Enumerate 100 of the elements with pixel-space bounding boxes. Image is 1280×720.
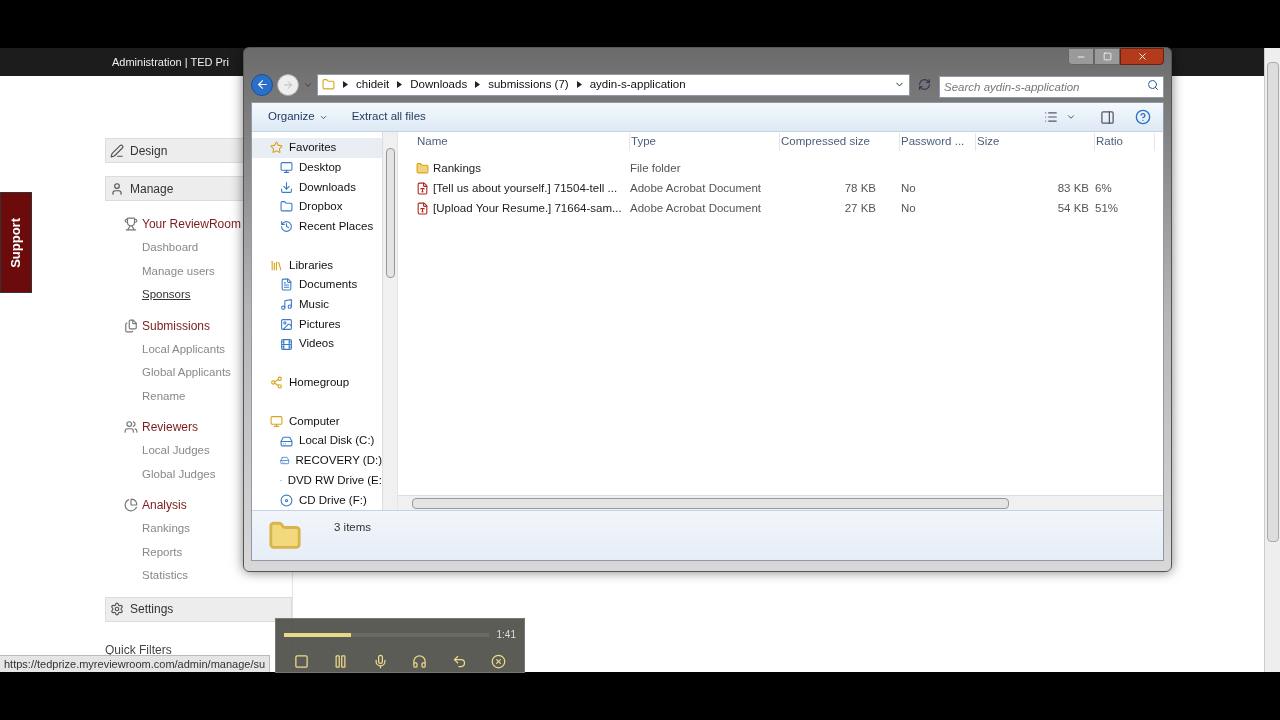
menu-link[interactable]: Local Judges (124, 439, 210, 463)
preview-pane-icon[interactable] (1100, 109, 1115, 125)
nav-item[interactable]: RECOVERY (D:) (252, 450, 382, 471)
menu-link[interactable]: Manage users (124, 259, 215, 283)
maximize-icon (1102, 52, 1112, 61)
organize-button[interactable]: Organize (260, 108, 336, 126)
toolbar-button[interactable]: Extract all files (343, 108, 434, 126)
search-field[interactable]: Search aydin-s-application (939, 75, 1164, 98)
folder-icon (416, 162, 429, 176)
scrollbar[interactable] (382, 132, 397, 510)
nav-item[interactable]: Documents (252, 275, 382, 295)
pause-icon (333, 653, 349, 669)
forward-arrow-icon (282, 78, 294, 91)
menu-link[interactable]: Reports (124, 540, 183, 564)
headphones-icon (412, 653, 428, 669)
header-title: Administration | TED Pri (112, 54, 229, 70)
group-link[interactable]: Reviewers (142, 418, 198, 436)
file-row[interactable]: [Tell us about yourself.] 71504-tell ... Adobe Acrobat Document 78 KB No 83 KB 6% (398, 178, 1163, 199)
pdf-file-icon (416, 201, 429, 215)
close-button[interactable] (1120, 48, 1164, 65)
menu-link[interactable]: Local Applicants (124, 337, 226, 361)
minimize-button[interactable] (1068, 48, 1094, 65)
search-icon (1147, 78, 1159, 91)
breadcrumb-item[interactable]: submissions (7) (488, 75, 569, 94)
nav-item[interactable]: Homegroup (252, 372, 382, 393)
password-value: No (901, 201, 916, 214)
column-header[interactable]: Ratio (1095, 133, 1155, 151)
nav-item[interactable]: Videos (252, 334, 382, 354)
file-row[interactable]: Rankings File folder (398, 159, 1163, 179)
group-icon (124, 318, 138, 333)
page-scrollbar[interactable] (1264, 48, 1280, 672)
breadcrumb-item[interactable]: aydin-s-application (589, 75, 686, 94)
elapsed-time: 1:41 (496, 628, 516, 642)
nav-item[interactable]: Favorites (252, 138, 382, 158)
progress-track[interactable] (284, 632, 489, 637)
file-name: [Tell us about yourself.] 71504-tell ... (433, 180, 618, 196)
nav-item[interactable]: DVD RW Drive (E: (252, 470, 382, 491)
file-type: File folder (630, 162, 681, 175)
ratio-value: 6% (1095, 181, 1112, 194)
group-link[interactable]: Your ReviewRoom (142, 215, 241, 233)
address-bar[interactable]: chideit Downloads submissions (7) aydin-s-application (317, 73, 910, 96)
refresh-icon[interactable] (918, 78, 931, 92)
support-tab[interactable]: Support (0, 192, 32, 293)
file-type: Adobe Acrobat Document (630, 201, 762, 214)
item-count: 3 items (334, 519, 372, 535)
nav-item[interactable]: Libraries (252, 255, 382, 276)
arrow-icon (397, 81, 403, 89)
nav-item[interactable]: Music (252, 294, 382, 315)
scrollbar-thumb[interactable] (1266, 62, 1279, 542)
file-name: Rankings (433, 161, 481, 177)
close-icon (491, 653, 507, 669)
close-icon (1136, 51, 1148, 62)
menu-link[interactable]: Global Applicants (124, 361, 231, 385)
menu-link[interactable]: Global Judges (124, 462, 216, 486)
file-size: 54 KB (1057, 201, 1089, 214)
file-row[interactable]: [Upload Your Resume.] 71664-sam... Adobe Acrobat Document 27 KB No 54 KB 51% (398, 198, 1163, 219)
forward-button[interactable] (277, 73, 299, 96)
microphone-icon (372, 653, 388, 669)
menu-link[interactable]: Rankings (124, 517, 190, 541)
stop-icon (293, 653, 309, 669)
compressed-size: 27 KB (844, 201, 876, 214)
folder-icon (322, 78, 335, 92)
menu-link[interactable]: Dashboard (124, 236, 199, 260)
column-header[interactable]: Type (630, 133, 780, 151)
column-header[interactable]: Name (416, 133, 630, 151)
nav-item[interactable]: Computer (252, 411, 382, 432)
nav-item[interactable]: Recent Places (252, 216, 382, 237)
horizontal-scrollbar[interactable] (398, 495, 1163, 510)
menu-header[interactable]: Settings (105, 596, 292, 622)
column-header[interactable]: Compressed size (780, 133, 900, 151)
arrow-icon (475, 81, 481, 89)
menu-icon (110, 181, 124, 196)
nav-item[interactable]: Local Disk (C:) (252, 431, 382, 451)
column-header[interactable]: Size (976, 133, 1095, 151)
group-link[interactable]: Submissions (142, 316, 211, 335)
pdf-file-icon (416, 182, 429, 196)
group-icon (124, 498, 138, 512)
menu-link[interactable]: Sponsors (124, 283, 191, 307)
back-button[interactable] (251, 73, 273, 96)
view-icon[interactable] (1044, 110, 1058, 124)
group-icon (124, 217, 138, 231)
breadcrumb-item[interactable]: chideit (356, 75, 390, 94)
undo-icon (451, 653, 467, 669)
maximize-button[interactable] (1094, 48, 1120, 65)
breadcrumb-item[interactable]: Downloads (410, 75, 468, 94)
nav-item[interactable]: Pictures (252, 314, 382, 335)
column-header[interactable]: Password ... (900, 133, 976, 151)
menu-link[interactable]: Statistics (124, 564, 188, 588)
group-link[interactable]: Analysis (142, 496, 187, 514)
scrollbar-thumb[interactable] (412, 497, 1009, 509)
nav-item[interactable]: CD Drive (F:) (252, 490, 382, 510)
menu-link[interactable]: Rename (124, 384, 186, 408)
back-arrow-icon (255, 78, 269, 92)
help-icon[interactable] (1135, 109, 1151, 125)
dropdown-icon[interactable] (1066, 112, 1076, 122)
file-name: [Upload Your Resume.] 71664-sam... (433, 200, 622, 216)
group-icon (124, 420, 138, 434)
arrow-icon (343, 81, 348, 89)
compressed-size: 78 KB (844, 181, 876, 194)
scrollbar-thumb[interactable] (385, 148, 395, 278)
